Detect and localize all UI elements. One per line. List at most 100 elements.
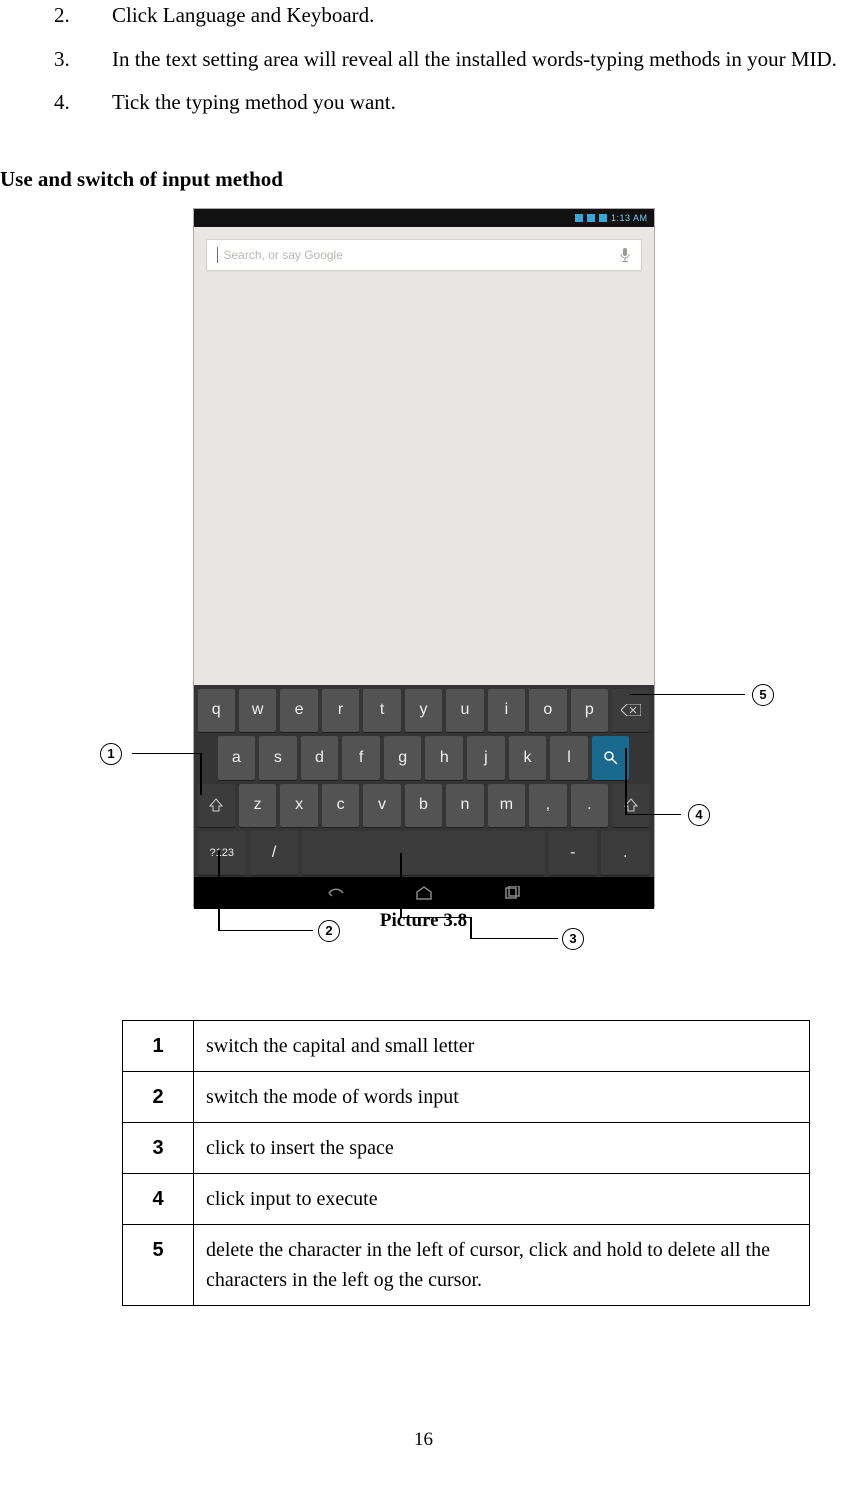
callout-line: [132, 753, 200, 755]
key-e[interactable]: e: [280, 689, 317, 733]
wifi-icon: [587, 214, 595, 222]
callout-line: [400, 853, 402, 917]
table-row: 2 switch the mode of words input: [123, 1072, 810, 1123]
callout-4: 4: [688, 804, 710, 826]
list-text: In the text setting area will reveal all…: [112, 44, 847, 76]
key-l[interactable]: l: [550, 736, 588, 780]
list-number: 2.: [0, 0, 112, 32]
document-page: 2. Click Language and Keyboard. 3. In th…: [0, 0, 847, 1487]
key-s[interactable]: s: [259, 736, 297, 780]
key-t[interactable]: t: [363, 689, 400, 733]
table-row: 3 click to insert the space: [123, 1123, 810, 1174]
on-screen-keyboard: q w e r t y u i o p a s d: [194, 685, 654, 877]
callout-number: 2: [318, 920, 340, 942]
key-comma[interactable]: ,: [529, 784, 566, 828]
instruction-list: 2. Click Language and Keyboard. 3. In th…: [0, 0, 847, 119]
shift-key[interactable]: [198, 784, 235, 828]
callout-number: 4: [688, 804, 710, 826]
table-row: 4 click input to execute: [123, 1174, 810, 1225]
key-b[interactable]: b: [405, 784, 442, 828]
callout-line: [625, 748, 627, 814]
callout-line: [200, 753, 202, 795]
key-c[interactable]: c: [322, 784, 359, 828]
callout-number: 5: [752, 684, 774, 706]
legend-text: switch the mode of words input: [194, 1072, 810, 1123]
key-x[interactable]: x: [280, 784, 317, 828]
callout-line: [218, 850, 220, 930]
callout-line: [625, 814, 681, 816]
keyboard-row: z x c v b n m , .: [198, 784, 650, 828]
table-row: 1 switch the capital and small letter: [123, 1021, 810, 1072]
key-n[interactable]: n: [446, 784, 483, 828]
page-number: 16: [414, 1429, 433, 1451]
key-g[interactable]: g: [384, 736, 422, 780]
callout-number: 3: [562, 928, 584, 950]
shift-key-right[interactable]: [612, 784, 649, 828]
legend-number: 2: [123, 1072, 194, 1123]
callout-line: [400, 917, 470, 919]
list-text: Click Language and Keyboard.: [112, 0, 847, 32]
list-number: 3.: [0, 44, 112, 76]
key-period[interactable]: .: [571, 784, 608, 828]
key-y[interactable]: y: [405, 689, 442, 733]
figure-caption: Picture 3.8: [380, 910, 467, 932]
key-f[interactable]: f: [342, 736, 380, 780]
key-i[interactable]: i: [488, 689, 525, 733]
callout-line: [470, 938, 558, 940]
callout-line: [470, 917, 472, 938]
key-slash[interactable]: /: [250, 831, 298, 875]
key-h[interactable]: h: [425, 736, 463, 780]
search-key[interactable]: [592, 736, 630, 780]
callout-line: [630, 694, 745, 696]
table-row: 5 delete the character in the left of cu…: [123, 1225, 810, 1306]
legend-number: 1: [123, 1021, 194, 1072]
key-a[interactable]: a: [218, 736, 256, 780]
legend-text: switch the capital and small letter: [194, 1021, 810, 1072]
backspace-key[interactable]: [612, 689, 649, 733]
mode-switch-key[interactable]: ?123: [198, 831, 246, 875]
legend-number: 5: [123, 1225, 194, 1306]
key-w[interactable]: w: [239, 689, 276, 733]
key-u[interactable]: u: [446, 689, 483, 733]
key-r[interactable]: r: [322, 689, 359, 733]
callout-1: 1: [100, 743, 122, 765]
keyboard-row: ?123 / - .: [198, 831, 650, 875]
legend-text: delete the character in the left of curs…: [194, 1225, 810, 1306]
legend-text: click to insert the space: [194, 1123, 810, 1174]
key-z[interactable]: z: [239, 784, 276, 828]
instruction-item: 4. Tick the typing method you want.: [0, 87, 847, 119]
list-number: 4.: [0, 87, 112, 119]
key-dot[interactable]: .: [601, 831, 649, 875]
search-input[interactable]: Search, or say Google: [206, 239, 642, 271]
callout-5: 5: [752, 684, 774, 706]
key-q[interactable]: q: [198, 689, 235, 733]
key-dash[interactable]: -: [549, 831, 597, 875]
callout-number: 1: [100, 743, 122, 765]
keyboard-row: a s d f g h j k l: [198, 736, 650, 780]
space-key[interactable]: [302, 831, 544, 875]
home-screen-area: [194, 271, 654, 685]
key-p[interactable]: p: [571, 689, 608, 733]
callout-3: 3: [562, 928, 584, 950]
back-icon[interactable]: [327, 886, 345, 900]
instruction-item: 2. Click Language and Keyboard.: [0, 0, 847, 32]
key-o[interactable]: o: [529, 689, 566, 733]
home-icon[interactable]: [415, 886, 433, 900]
instruction-item: 3. In the text setting area will reveal …: [0, 44, 847, 76]
figure-wrapper: 1:13 AM Search, or say Google q w e r t: [0, 208, 847, 948]
recent-icon[interactable]: [503, 886, 521, 900]
key-k[interactable]: k: [509, 736, 547, 780]
text-cursor: [217, 247, 218, 263]
microphone-icon[interactable]: [619, 247, 631, 263]
legend-number: 4: [123, 1174, 194, 1225]
key-d[interactable]: d: [301, 736, 339, 780]
key-v[interactable]: v: [363, 784, 400, 828]
signal-icon: [575, 214, 583, 222]
legend-number: 3: [123, 1123, 194, 1174]
keyboard-row: q w e r t y u i o p: [198, 689, 650, 733]
key-m[interactable]: m: [488, 784, 525, 828]
legend-table: 1 switch the capital and small letter 2 …: [122, 1020, 810, 1306]
key-j[interactable]: j: [467, 736, 505, 780]
search-placeholder: Search, or say Google: [224, 248, 619, 262]
legend-text: click input to execute: [194, 1174, 810, 1225]
